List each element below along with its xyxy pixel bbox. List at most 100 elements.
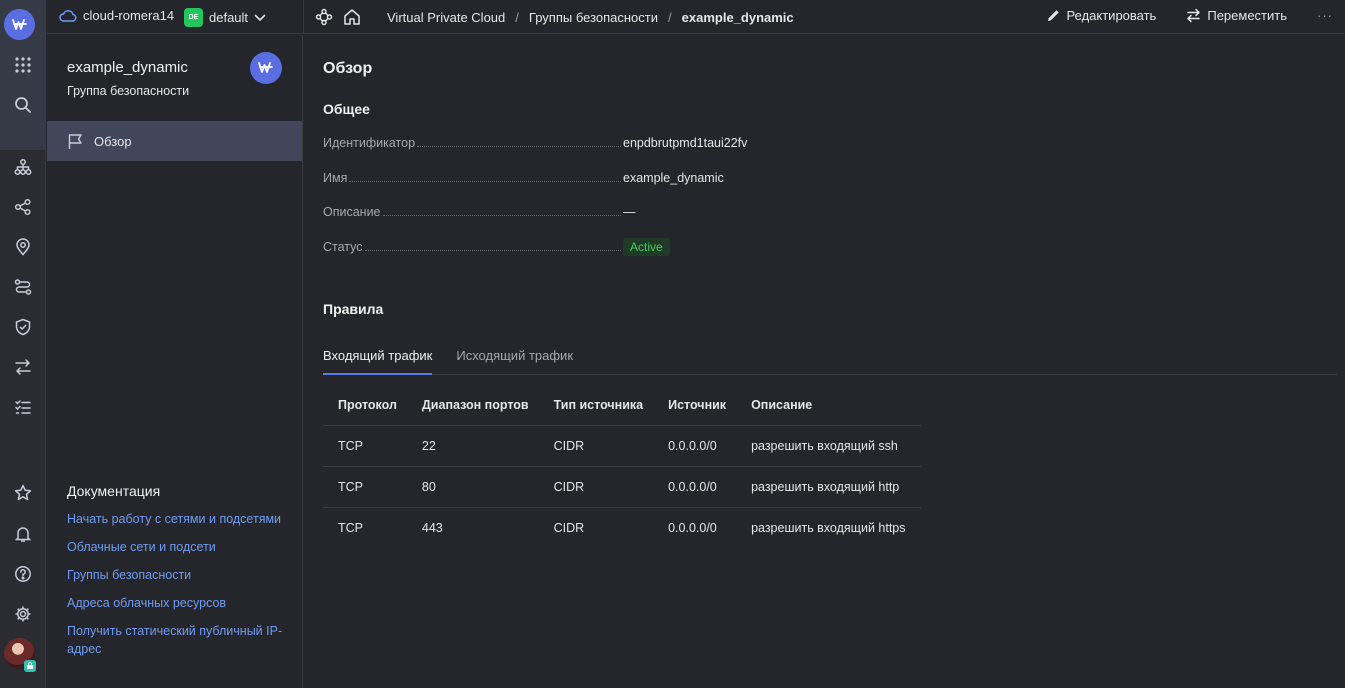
doc-link[interactable]: Облачные сети и подсети <box>67 538 287 556</box>
account-badge-icon <box>24 660 36 672</box>
vpc-logo-icon <box>250 52 282 84</box>
docs-title: Документация <box>67 483 161 499</box>
breadcrumb-security-groups[interactable]: Группы безопасности <box>529 10 658 25</box>
sidebar-item-overview[interactable]: Обзор <box>47 121 302 161</box>
swap-arrows-icon <box>1186 8 1201 23</box>
services-grid-icon[interactable] <box>7 49 39 81</box>
property-id: Идентификатор enpdbrutpmd1taui22fv <box>323 136 783 171</box>
column-header: Диапазон портов <box>406 385 539 426</box>
cell-source: 0.0.0.0/0 <box>653 425 737 467</box>
table-row: TCP 22 CIDR 0.0.0.0/0 разрешить входящий… <box>323 425 921 467</box>
share-icon[interactable] <box>7 191 39 223</box>
cell-ports: 443 <box>421 520 443 535</box>
routes-icon[interactable] <box>7 271 39 303</box>
column-header: Тип источника <box>538 385 654 426</box>
star-icon[interactable] <box>7 477 39 509</box>
property-value[interactable]: enpdbrutpmd1taui22fv <box>623 136 747 150</box>
column-header: Описание <box>736 385 921 426</box>
doc-link[interactable]: Группы безопасности <box>67 566 287 584</box>
rules-table: Протокол Диапазон портов Тип источника И… <box>323 385 921 548</box>
sidebar-item-label: Обзор <box>94 133 132 149</box>
traffic-tabs: Входящий трафик Исходящий трафик <box>323 340 1337 375</box>
doc-link[interactable]: Адреса облачных ресурсов <box>67 594 287 612</box>
topbar-divider <box>303 0 304 34</box>
cell-source-type: CIDR <box>538 466 654 508</box>
property-status: Статус Active <box>323 237 783 275</box>
properties-list: Идентификатор enpdbrutpmd1taui22fv Имя e… <box>323 136 783 274</box>
breadcrumb-current: example_dynamic <box>681 9 794 25</box>
breadcrumb-separator: / <box>668 9 672 25</box>
status-badge: Active <box>623 237 670 256</box>
pencil-icon <box>1046 8 1061 23</box>
network-icon[interactable] <box>7 151 39 183</box>
property-value: — <box>623 205 636 219</box>
cell-description: разрешить входящий https <box>751 520 906 535</box>
tab-egress[interactable]: Исходящий трафик <box>456 340 573 374</box>
search-icon[interactable] <box>7 89 39 121</box>
table-header-row: Протокол Диапазон портов Тип источника И… <box>323 385 921 426</box>
cell-description: разрешить входящий http <box>736 466 921 508</box>
topbar-actions: Редактировать Переместить ··· <box>1046 8 1333 23</box>
page-title: Обзор <box>323 60 373 77</box>
more-actions-button[interactable]: ··· <box>1317 8 1333 23</box>
location-pin-icon[interactable] <box>7 231 39 263</box>
resource-type: Группа безопасности <box>67 84 190 98</box>
cell-protocol: TCP <box>323 466 407 508</box>
cell-source-type: CIDR <box>553 520 585 535</box>
cell-description: разрешить входящий ssh <box>736 425 921 467</box>
tab-ingress[interactable]: Входящий трафик <box>323 340 433 375</box>
table-row: TCP 443 CIDR 0.0.0.0/0 разрешить входящи… <box>323 507 921 548</box>
flag-icon <box>67 133 84 150</box>
checklist-icon[interactable] <box>7 391 39 423</box>
vpc-service-icon[interactable] <box>315 8 333 26</box>
left-rail <box>0 0 46 688</box>
cloud-selector[interactable]: cloud-romera14 <box>59 8 174 23</box>
folder-selector[interactable]: DE default <box>184 8 266 27</box>
move-label: Переместить <box>1207 8 1287 23</box>
cloud-logo-icon[interactable] <box>4 9 35 40</box>
table-row: TCP 80 CIDR 0.0.0.0/0 разрешить входящий… <box>323 466 921 508</box>
column-header: Источник <box>653 385 737 426</box>
folder-badge: DE <box>184 8 203 27</box>
doc-link[interactable]: Начать работу с сетями и подсетями <box>67 510 287 528</box>
move-button[interactable]: Переместить <box>1186 8 1287 23</box>
cell-source-type: CIDR <box>538 425 654 467</box>
edit-label: Редактировать <box>1066 8 1157 23</box>
cloud-icon <box>59 9 77 23</box>
top-bar: cloud-romera14 DE default Virtual Privat… <box>47 0 1345 34</box>
docs-links: Начать работу с сетями и подсетями Облач… <box>67 510 287 668</box>
property-label: Имя <box>323 170 348 185</box>
column-header: Протокол <box>323 385 407 426</box>
breadcrumb: Virtual Private Cloud / Группы безопасно… <box>315 8 794 26</box>
chevron-down-icon <box>254 14 266 22</box>
cell-source: 0.0.0.0/0 <box>668 520 717 535</box>
property-name: Имя example_dynamic <box>323 171 783 206</box>
edit-button[interactable]: Редактировать <box>1046 8 1157 23</box>
cell-protocol: TCP <box>338 520 363 535</box>
main-content: Обзор Общее Идентификатор enpdbrutpmd1ta… <box>303 35 1345 688</box>
more-icon: ··· <box>1317 8 1333 23</box>
cell-ports: 22 <box>406 425 539 467</box>
property-label: Статус <box>323 239 363 254</box>
folder-name: default <box>209 10 249 25</box>
property-description: Описание — <box>323 205 783 240</box>
help-icon[interactable] <box>7 558 39 590</box>
doc-link[interactable]: Получить статический публичный IP-адрес <box>67 622 287 658</box>
property-label: Описание <box>323 205 381 219</box>
cell-protocol: TCP <box>323 425 407 467</box>
cell-ports: 80 <box>406 466 539 508</box>
property-value: example_dynamic <box>623 170 724 185</box>
transfer-icon[interactable] <box>7 351 39 383</box>
resource-sidebar: example_dynamic Группа безопасности Обзо… <box>47 35 303 688</box>
breadcrumb-separator: / <box>515 9 519 25</box>
property-label: Идентификатор <box>323 136 416 150</box>
rules-heading: Правила <box>323 301 384 317</box>
shield-icon[interactable] <box>7 311 39 343</box>
cloud-name: cloud-romera14 <box>83 8 175 23</box>
settings-icon[interactable] <box>7 598 39 630</box>
breadcrumb-vpc[interactable]: Virtual Private Cloud <box>387 10 505 25</box>
home-icon[interactable] <box>343 8 361 26</box>
bell-icon[interactable] <box>7 518 39 550</box>
cell-source: 0.0.0.0/0 <box>653 466 737 508</box>
resource-title: example_dynamic <box>67 59 188 76</box>
